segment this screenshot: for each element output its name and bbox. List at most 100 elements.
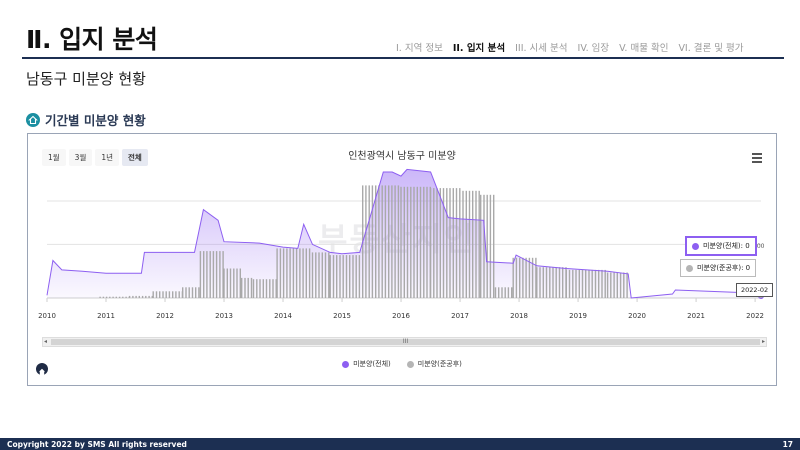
tooltip-built: 미분양(준공후): 0 [680, 259, 757, 277]
bar-built [276, 248, 278, 298]
scroll-right-icon[interactable]: ▸ [762, 338, 765, 346]
bar-built [99, 296, 101, 298]
bar-built [329, 255, 331, 298]
bar-built [162, 291, 164, 298]
bar-built [588, 269, 590, 298]
bar-built [384, 185, 387, 298]
chart-heading: 기간별 미분양 현황 [26, 110, 146, 129]
bar-built [555, 267, 557, 298]
nav-item[interactable]: I. 지역 정보 [396, 40, 443, 54]
bar-built [416, 186, 418, 298]
bar-built [368, 185, 370, 298]
bar-built [324, 252, 327, 298]
bar-built [378, 185, 380, 298]
bar-built [545, 267, 548, 298]
bar-built [236, 268, 238, 298]
bar-built [604, 269, 606, 298]
scroll-left-icon[interactable]: ◂ [44, 338, 47, 346]
x-tick-label: 2020 [628, 312, 646, 320]
bar-built [528, 257, 531, 298]
bar-built [483, 194, 485, 298]
chart-scrollbar[interactable]: ◂ III ▸ [42, 337, 767, 347]
bar-built [302, 248, 304, 298]
bar-built [226, 268, 228, 298]
tooltip-built-text: 미분양(준공후): 0 [697, 264, 751, 272]
bar-built [349, 255, 351, 298]
page-subtitle: 남동구 미분양 현황 [26, 70, 146, 88]
bar-built [539, 267, 541, 298]
x-tick-label: 2021 [687, 312, 705, 320]
bar-built [493, 194, 495, 298]
bar-built [125, 296, 127, 298]
series-dot-icon [692, 242, 699, 250]
bar-built [265, 279, 268, 298]
bar-built [289, 248, 291, 298]
bar-built [292, 248, 295, 298]
bar-built [403, 186, 405, 298]
bar-built [616, 272, 618, 298]
bar-built [172, 291, 174, 298]
legend-label: 미분양(준공후) [417, 360, 462, 368]
x-tick-label: 2015 [333, 312, 351, 320]
bar-built [426, 186, 428, 298]
bar-built [423, 186, 425, 298]
nav-item[interactable]: VI. 결론 및 평가 [678, 40, 743, 54]
bar-built [215, 251, 218, 298]
bar-built [318, 252, 320, 298]
bar-built [256, 279, 258, 298]
bar-built [332, 255, 335, 298]
legend-item-total[interactable]: 미분양(전체) [342, 359, 391, 369]
bar-built [148, 295, 150, 298]
bar-built [459, 188, 461, 298]
bar-built [486, 194, 488, 298]
bar-built [252, 279, 255, 298]
chart-plot: 2010 2011 2012 2013 2014 2015 2016 2017 2018 2019… [38, 168, 764, 320]
bar-built [239, 268, 241, 298]
bar-built [594, 269, 597, 298]
bar-built [480, 194, 482, 298]
bar-built [591, 269, 593, 298]
bar-built [375, 185, 377, 298]
bar-built [552, 267, 554, 298]
bar-built [269, 279, 271, 298]
bar-built [206, 251, 208, 298]
legend-dot-icon [406, 360, 414, 368]
bar-built [152, 291, 154, 298]
bar-built [308, 248, 311, 298]
bar-built [455, 188, 458, 298]
site-logo-icon [36, 363, 48, 375]
bar-built [198, 287, 200, 298]
bar-built [626, 272, 628, 298]
x-tick-label: 2016 [392, 312, 410, 320]
series-dot-icon [686, 264, 693, 272]
scroll-thumb[interactable]: III [51, 339, 760, 345]
bar-built [223, 268, 225, 298]
bar-built [449, 188, 451, 298]
page-number: 17 [782, 439, 793, 449]
bar-built [102, 296, 105, 298]
chart-heading-label: 기간별 미분양 현황 [45, 113, 146, 128]
nav-item[interactable]: IV. 임장 [578, 40, 610, 54]
section-title: Ⅱ. 입지 분석 [26, 25, 158, 54]
bar-built [339, 255, 341, 298]
nav-item[interactable]: V. 매물 확인 [619, 40, 668, 54]
bar-built [581, 269, 584, 298]
bar-built [613, 272, 615, 298]
bar-built [191, 287, 194, 298]
bar-built [585, 269, 587, 298]
nav-item[interactable]: III. 시세 분석 [515, 40, 567, 54]
bar-built [619, 272, 622, 298]
legend-dot-icon [342, 360, 350, 368]
bar-built [203, 251, 205, 298]
bar-built [105, 296, 108, 298]
legend-label: 미분양(전체) [353, 360, 391, 368]
bar-built [623, 272, 625, 298]
bar-built [262, 279, 264, 298]
title-divider [22, 57, 784, 59]
bar-built [413, 186, 415, 298]
bar-built [159, 291, 161, 298]
nav-item-active[interactable]: II. 입지 분석 [453, 40, 505, 54]
legend-item-built[interactable]: 미분양(준공후) [406, 359, 462, 369]
bar-built [311, 252, 314, 298]
bar-built [512, 257, 514, 298]
